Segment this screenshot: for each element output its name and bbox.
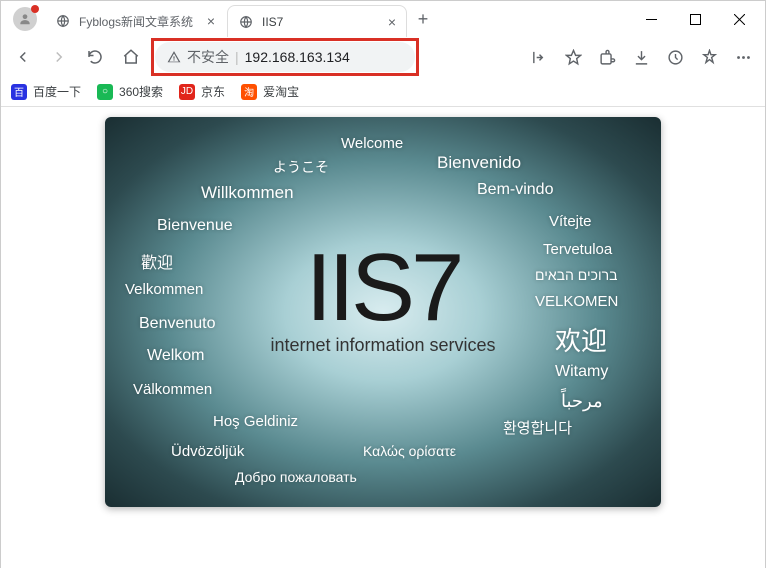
welcome-text-22: Добро пожаловать <box>235 469 357 485</box>
iis-welcome-card: IIS7 internet information services Welco… <box>105 117 661 507</box>
welcome-text-16: Välkommen <box>133 381 212 398</box>
welcome-text-9: Velkommen <box>125 281 203 298</box>
bookmarks-bar: 百百度一下 ○ 360搜索 JD 京东淘爱淘宝 <box>1 77 765 107</box>
welcome-text-2: Bienvenido <box>437 153 521 173</box>
window-maximize[interactable] <box>673 3 717 35</box>
titlebar: Fyblogs新闻文章系统 × IIS7 × + <box>1 1 765 37</box>
welcome-text-4: Bem-vindo <box>477 181 553 199</box>
bookmark-icon: 百 <box>11 84 27 100</box>
window-close[interactable] <box>717 3 761 35</box>
extensions-icon[interactable] <box>591 41 623 73</box>
close-icon[interactable]: × <box>388 14 396 30</box>
nav-reload[interactable] <box>79 41 111 73</box>
welcome-text-3: Willkommen <box>201 183 294 203</box>
toolbar: 不安全 | 192.168.163.134 <box>1 37 765 77</box>
welcome-text-19: 환영합니다 <box>503 417 572 438</box>
bookmark-label: 爱淘宝 <box>263 83 299 100</box>
welcome-text-21: Καλώς ορίσατε <box>363 443 456 459</box>
bookmark-0[interactable]: 百百度一下 <box>11 83 81 100</box>
tab-title: Fyblogs新闻文章系统 <box>79 13 199 30</box>
menu-icon[interactable] <box>727 41 759 73</box>
page-content: IIS7 internet information services Welco… <box>1 107 765 569</box>
welcome-text-12: Benvenuto <box>139 315 216 333</box>
welcome-text-17: مرحباً <box>561 391 603 412</box>
welcome-text-18: Hoş Geldiniz <box>213 413 298 430</box>
welcome-text-13: 欢迎 <box>555 321 607 358</box>
share-icon[interactable] <box>523 41 555 73</box>
new-tab-button[interactable]: + <box>409 5 437 33</box>
welcome-text-8: Tervetuloa <box>543 241 612 258</box>
welcome-text-11: VELKOMEN <box>535 293 618 310</box>
iis-logo: IIS7 internet information services <box>270 245 495 356</box>
star-icon[interactable] <box>557 41 589 73</box>
welcome-text-20: Üdvözöljük <box>171 443 244 460</box>
tab-title: IIS7 <box>262 15 380 29</box>
bookmark-2[interactable]: JD 京东 <box>179 83 225 100</box>
welcome-text-1: ようこそ <box>273 157 329 177</box>
bookmark-icon: ○ <box>97 84 113 100</box>
warning-icon <box>167 50 181 64</box>
bookmark-3[interactable]: 淘爱淘宝 <box>241 83 299 100</box>
close-icon[interactable]: × <box>207 13 215 29</box>
nav-forward <box>43 41 75 73</box>
welcome-text-5: Bienvenue <box>157 217 233 235</box>
download-icon[interactable] <box>625 41 657 73</box>
tab-1[interactable]: IIS7 × <box>227 5 407 37</box>
iis-title: IIS7 <box>270 245 495 331</box>
bookmark-icon: 淘 <box>241 84 257 100</box>
welcome-text-0: Welcome <box>341 135 403 152</box>
tab-0[interactable]: Fyblogs新闻文章系统 × <box>45 5 225 37</box>
bookmark-label: 360搜索 <box>119 83 163 100</box>
address-bar[interactable]: 不安全 | 192.168.163.134 <box>155 42 415 72</box>
nav-home[interactable] <box>115 41 147 73</box>
address-text: 192.168.163.134 <box>245 49 350 65</box>
window-minimize[interactable] <box>629 3 673 35</box>
security-label: 不安全 <box>187 47 229 67</box>
favicon-icon <box>55 13 71 29</box>
history-icon[interactable] <box>659 41 691 73</box>
bookmark-1[interactable]: ○ 360搜索 <box>97 83 163 100</box>
welcome-text-14: Welkom <box>147 347 205 365</box>
favicon-icon <box>238 14 254 30</box>
omnibox-highlighted: 不安全 | 192.168.163.134 <box>155 42 415 72</box>
welcome-text-15: Witamy <box>555 363 608 381</box>
welcome-text-6: Vítejte <box>549 213 592 230</box>
iis-subtitle: internet information services <box>270 336 495 357</box>
nav-back[interactable] <box>7 41 39 73</box>
welcome-text-7: 歡迎 <box>141 249 173 273</box>
bookmark-icon: JD <box>179 84 195 100</box>
favorites-icon[interactable] <box>693 41 725 73</box>
bookmark-label: 百度一下 <box>33 83 81 100</box>
profile-avatar[interactable] <box>13 7 37 31</box>
welcome-text-10: ברוכים הבאים <box>535 267 617 283</box>
bookmark-label: 京东 <box>201 83 225 100</box>
